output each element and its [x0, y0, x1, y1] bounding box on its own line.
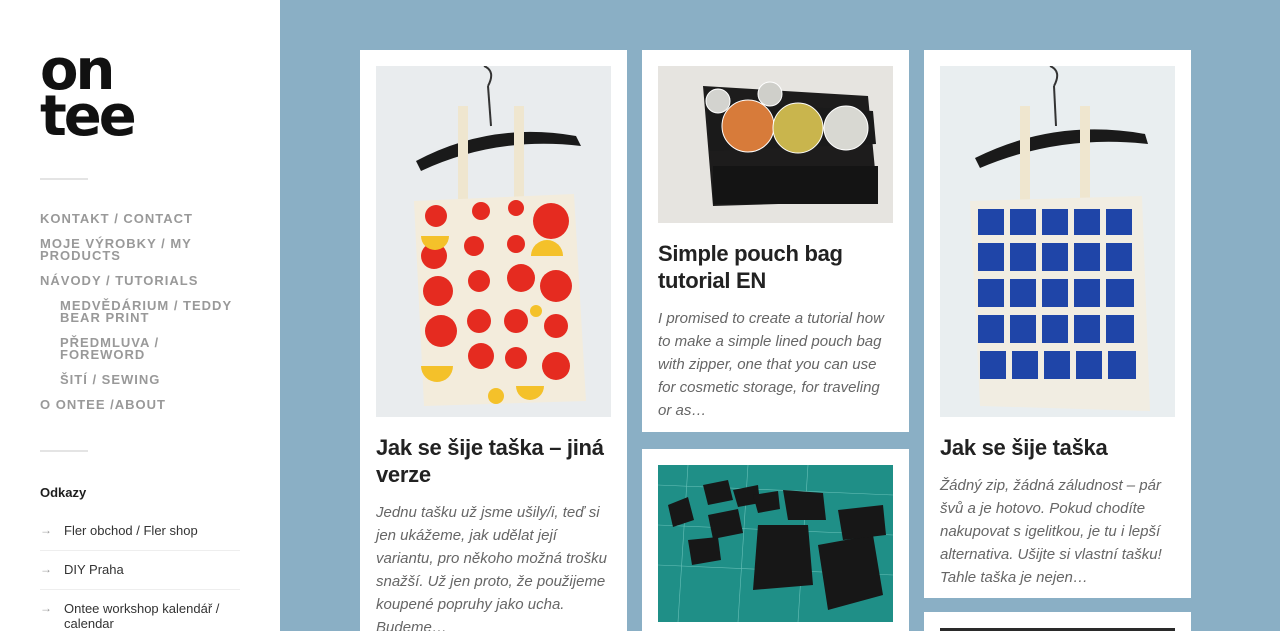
menu-item-sewing[interactable]: ŠITÍ / SEWING — [40, 373, 240, 386]
post-title[interactable]: Jak se šije taška – jiná verze — [376, 434, 611, 488]
post-card: Jak se šije taška – jiná verze Jednu taš… — [360, 50, 627, 631]
link-label[interactable]: Fler obchod / Fler shop — [64, 523, 198, 538]
menu-item-contact[interactable]: KONTAKT / CONTACT — [40, 212, 240, 225]
divider — [40, 178, 88, 180]
post-excerpt: Žádný zip, žádná záludnost – pár švů a j… — [940, 477, 1162, 586]
link-item[interactable]: → DIY Praha — [40, 551, 240, 590]
post-image-blue-tote[interactable] — [940, 66, 1175, 417]
menu-item-foreword[interactable]: PŘEDMLUVA / FOREWORD — [40, 336, 240, 361]
divider — [40, 450, 88, 452]
menu-item-about[interactable]: O ONTEE /ABOUT — [40, 398, 240, 411]
post-excerpt: Jednu tašku už jsme ušily/i, teď si jen … — [376, 504, 607, 631]
post-card: Simple pouch bag tutorial EN I promised … — [642, 50, 909, 432]
post-title[interactable]: Jak se šije taška — [940, 434, 1175, 461]
post-image-red-tote[interactable] — [376, 66, 611, 417]
post-card — [642, 449, 909, 631]
widget-title: Odkazy — [40, 485, 87, 500]
menu-item-teddy-bear-print[interactable]: MEDVĚDÁRIUM / TEDDY BEAR PRINT — [40, 299, 240, 324]
tote-bag-illustration — [940, 66, 1175, 417]
main-menu: KONTAKT / CONTACT MOJE VÝROBKY / MY PROD… — [40, 212, 240, 424]
post-image-pouch-bag[interactable] — [658, 66, 893, 223]
logo-line-2: tee — [40, 84, 137, 149]
menu-item-products[interactable]: MOJE VÝROBKY / MY PRODUCTS — [40, 237, 240, 262]
link-item[interactable]: → Fler obchod / Fler shop — [40, 512, 240, 551]
post-image-foam-pieces[interactable] — [658, 465, 893, 622]
sidebar: on tee KONTAKT / CONTACT MOJE VÝROBKY / … — [0, 0, 280, 631]
tote-bag-illustration — [376, 66, 611, 417]
menu-item-tutorials[interactable]: NÁVODY / TUTORIALS — [40, 274, 240, 287]
cutting-mat-illustration — [658, 465, 893, 622]
post-title[interactable]: Simple pouch bag tutorial EN — [658, 240, 893, 294]
arrow-right-icon: → — [40, 523, 52, 537]
link-item[interactable]: → Ontee workshop kalendář / calendar — [40, 590, 240, 631]
link-label[interactable]: Ontee workshop kalendář / calendar — [64, 601, 240, 631]
arrow-right-icon: → — [40, 601, 52, 615]
link-label[interactable]: DIY Praha — [64, 562, 124, 577]
post-excerpt: I promised to create a tutorial how to m… — [658, 310, 884, 419]
post-card — [924, 612, 1191, 631]
arrow-right-icon: → — [40, 562, 52, 576]
site-logo[interactable]: on tee — [40, 43, 152, 149]
pouch-illustration — [658, 66, 893, 223]
links-list: → Fler obchod / Fler shop → DIY Praha → Ont… — [40, 512, 240, 631]
post-card: Jak se šije taška Žádný zip, žádná zálud… — [924, 50, 1191, 598]
